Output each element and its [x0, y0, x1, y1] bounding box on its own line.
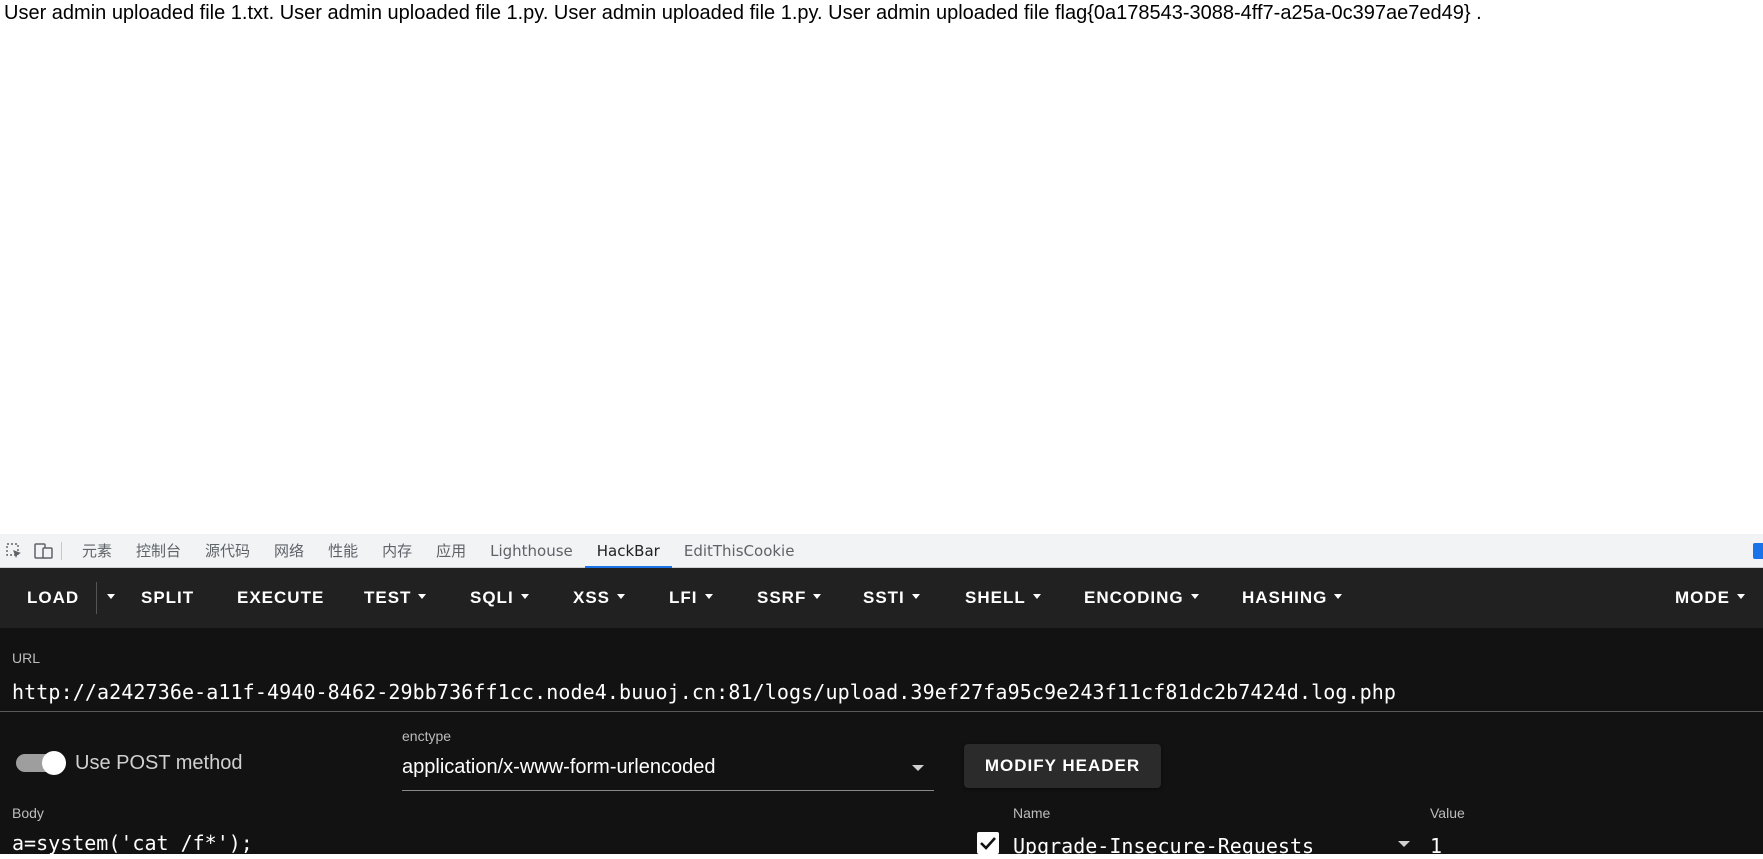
test-menu-label: TEST — [364, 588, 412, 607]
load-button[interactable]: LOAD — [27, 568, 79, 628]
hackbar-toolbar: LOAD SPLIT EXECUTE TEST SQLI XSS LFI SSR… — [0, 568, 1763, 628]
issues-badge[interactable] — [1753, 543, 1763, 559]
ssrf-menu-label: SSRF — [757, 588, 807, 607]
hashing-menu-label: HASHING — [1242, 588, 1328, 607]
load-divider — [96, 582, 97, 614]
header-value-input[interactable]: 1 — [1430, 834, 1442, 858]
tab-sources[interactable]: 源代码 — [193, 534, 262, 568]
chevron-down-icon — [813, 594, 822, 600]
url-input[interactable]: http://a242736e-a11f-4940-8462-29bb736ff… — [12, 680, 1396, 704]
load-dropdown-button[interactable] — [100, 568, 115, 628]
mode-menu-button[interactable]: MODE — [1675, 568, 1745, 628]
lfi-menu-label: LFI — [669, 588, 698, 607]
tab-performance[interactable]: 性能 — [316, 534, 370, 568]
chevron-down-icon — [911, 594, 920, 600]
use-post-toggle[interactable] — [16, 751, 66, 775]
hashing-menu-button[interactable]: HASHING — [1242, 568, 1343, 628]
encoding-menu-button[interactable]: ENCODING — [1084, 568, 1199, 628]
chevron-down-icon — [1032, 594, 1041, 600]
device-toolbar-icon[interactable] — [33, 540, 55, 562]
enctype-underline — [402, 790, 934, 791]
url-input-underline — [0, 711, 1763, 712]
tab-hackbar[interactable]: HackBar — [584, 534, 672, 568]
ssrf-menu-button[interactable]: SSRF — [757, 568, 822, 628]
enctype-select[interactable]: application/x-www-form-urlencoded — [402, 756, 715, 779]
chevron-down-icon — [617, 594, 626, 600]
chevron-down-icon — [418, 594, 427, 600]
url-label: URL — [12, 650, 41, 666]
mode-menu-label: MODE — [1675, 588, 1730, 607]
hackbar-panel: LOAD SPLIT EXECUTE TEST SQLI XSS LFI SSR… — [0, 568, 1763, 858]
body-label: Body — [12, 805, 44, 821]
chevron-down-icon — [1190, 594, 1199, 600]
toolbar-divider — [61, 541, 62, 560]
tab-memory[interactable]: 内存 — [370, 534, 424, 568]
split-button[interactable]: SPLIT — [141, 568, 194, 628]
tab-lighthouse[interactable]: Lighthouse — [478, 534, 585, 568]
modify-header-button[interactable]: MODIFY HEADER — [964, 744, 1161, 788]
inspect-element-icon[interactable] — [3, 540, 25, 562]
header-enabled-checkbox[interactable] — [977, 832, 999, 854]
tab-elements[interactable]: 元素 — [70, 534, 124, 568]
encoding-menu-label: ENCODING — [1084, 588, 1184, 607]
enctype-label: enctype — [402, 728, 452, 744]
sqli-menu-label: SQLI — [470, 588, 514, 607]
execute-button[interactable]: EXECUTE — [237, 568, 324, 628]
chevron-down-icon — [704, 594, 713, 600]
ssti-menu-label: SSTI — [863, 588, 905, 607]
tab-network[interactable]: 网络 — [262, 534, 316, 568]
shell-menu-button[interactable]: SHELL — [965, 568, 1041, 628]
tab-application[interactable]: 应用 — [424, 534, 478, 568]
tab-console[interactable]: 控制台 — [124, 534, 193, 568]
chevron-down-icon — [1334, 594, 1343, 600]
header-name-input[interactable]: Upgrade-Insecure-Requests — [1013, 834, 1314, 858]
chevron-down-icon — [107, 594, 115, 600]
chevron-down-icon[interactable] — [912, 765, 924, 771]
page-log-text: User admin uploaded file 1.txt. User adm… — [4, 2, 1482, 24]
toggle-knob — [42, 751, 66, 775]
lfi-menu-button[interactable]: LFI — [669, 568, 713, 628]
shell-menu-label: SHELL — [965, 588, 1026, 607]
use-post-label: Use POST method — [75, 752, 243, 774]
checkmark-icon — [980, 837, 996, 850]
devtools-tab-bar: 元素 控制台 源代码 网络 性能 内存 应用 Lighthouse HackBa… — [0, 534, 1763, 568]
header-value-label: Value — [1430, 805, 1465, 821]
header-name-label: Name — [1013, 805, 1051, 821]
chevron-down-icon — [520, 594, 529, 600]
xss-menu-button[interactable]: XSS — [573, 568, 626, 628]
body-input[interactable]: a=system('cat /f*'); — [12, 831, 253, 855]
page-content: User admin uploaded file 1.txt. User adm… — [0, 0, 1763, 534]
test-menu-button[interactable]: TEST — [364, 568, 427, 628]
chevron-down-icon[interactable] — [1398, 841, 1410, 847]
chevron-down-icon — [1737, 594, 1745, 600]
tab-editthiscookie[interactable]: EditThisCookie — [672, 534, 807, 568]
ssti-menu-button[interactable]: SSTI — [863, 568, 920, 628]
xss-menu-label: XSS — [573, 588, 611, 607]
sqli-menu-button[interactable]: SQLI — [470, 568, 529, 628]
